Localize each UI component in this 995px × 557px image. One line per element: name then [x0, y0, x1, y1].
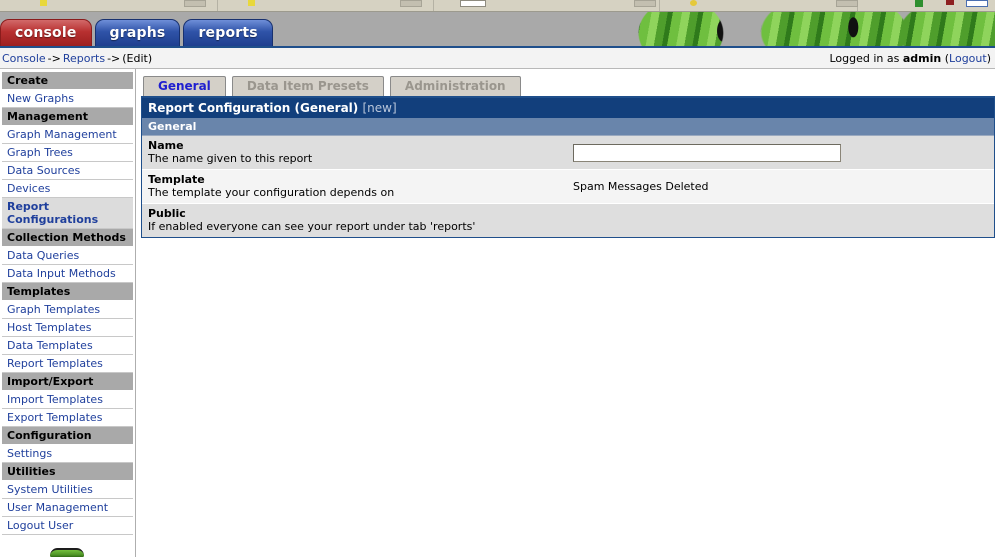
form-row-label-cell: Name The name given to this report	[142, 136, 567, 169]
breadcrumb-separator: ->	[47, 51, 61, 65]
sidebar-item-data-queries[interactable]: Data Queries	[2, 247, 133, 265]
login-username: admin	[902, 51, 942, 65]
template-value: Spam Messages Deleted	[573, 180, 709, 193]
form-row-template: Template The template your configuration…	[142, 170, 994, 204]
sidebar-group-create: Create	[2, 72, 133, 89]
form-row-label-cell: Public If enabled everyone can see your …	[142, 204, 567, 237]
browser-toolbar-sliver	[0, 0, 995, 12]
sidebar-group-templates: Templates	[2, 283, 133, 300]
page-title: Report Configuration (General)	[148, 101, 359, 115]
form-row-value-cell	[567, 204, 994, 237]
toolbar-button[interactable]	[836, 0, 858, 7]
nav-tab-console[interactable]: console	[0, 19, 92, 46]
toolbar-field[interactable]	[460, 0, 486, 7]
sidebar-group-configuration: Configuration	[2, 427, 133, 444]
sidebar-item-export-templates[interactable]: Export Templates	[2, 409, 133, 427]
app-banner: console graphs reports	[0, 12, 995, 48]
sidebar-item-data-templates[interactable]: Data Templates	[2, 337, 133, 355]
form-row-public: Public If enabled everyone can see your …	[142, 204, 994, 237]
field-description-name: The name given to this report	[148, 152, 313, 165]
report-configuration-form: Report Configuration (General) [new] Gen…	[141, 96, 995, 238]
field-label-public: Public	[148, 207, 186, 220]
field-label-name: Name	[148, 139, 184, 152]
sidebar-item-user-management[interactable]: User Management	[2, 499, 133, 517]
sidebar-item-graph-templates[interactable]: Graph Templates	[2, 301, 133, 319]
sidebar-group-collection-methods: Collection Methods	[2, 229, 133, 246]
form-state-badge: [new]	[362, 101, 397, 115]
sidebar-item-report-configurations[interactable]: Report Configurations	[2, 198, 133, 229]
sidebar-group-management: Management	[2, 108, 133, 125]
sidebar-item-graph-management[interactable]: Graph Management	[2, 126, 133, 144]
toolbar-button[interactable]	[634, 0, 656, 7]
cacti-banner-artwork	[612, 12, 995, 46]
form-row-value-cell	[567, 136, 994, 169]
sidebar-item-host-templates[interactable]: Host Templates	[2, 319, 133, 337]
sidebar-item-report-templates[interactable]: Report Templates	[2, 355, 133, 373]
logout-paren-close: )	[986, 51, 991, 65]
sidebar-item-logout-user[interactable]: Logout User	[2, 517, 133, 535]
sidebar-item-data-input-methods[interactable]: Data Input Methods	[2, 265, 133, 283]
toolbar-field[interactable]	[966, 0, 988, 7]
status-indicator-icon	[915, 0, 923, 7]
nav-tab-graphs[interactable]: graphs	[94, 19, 181, 46]
breadcrumb-bar: Console -> Reports -> (Edit) Logged in as ad…	[0, 48, 995, 69]
tab-data-item-presets[interactable]: Data Item Presets	[231, 76, 384, 96]
form-row-label-cell: Template The template your configuration…	[142, 170, 567, 203]
form-section-header: General	[142, 118, 994, 136]
sidebar-item-data-sources[interactable]: Data Sources	[2, 162, 133, 180]
report-name-input[interactable]	[573, 143, 841, 162]
field-description-public: If enabled everyone can see your report …	[148, 220, 476, 233]
sidebar-item-import-templates[interactable]: Import Templates	[2, 391, 133, 409]
field-description-template: The template your configuration depends …	[148, 186, 395, 199]
bookmark-icon[interactable]	[248, 0, 255, 6]
sidebar-item-settings[interactable]: Settings	[2, 445, 133, 463]
sidebar-item-graph-trees[interactable]: Graph Trees	[2, 144, 133, 162]
breadcrumb-current: (Edit)	[122, 51, 153, 65]
tab-administration[interactable]: Administration	[389, 76, 521, 96]
tab-general[interactable]: General	[143, 76, 226, 96]
content-tabs: General Data Item Presets Administration	[141, 74, 995, 96]
form-row-value-cell: Spam Messages Deleted	[567, 170, 994, 203]
record-icon[interactable]	[946, 0, 954, 5]
breadcrumb: Console -> Reports -> (Edit)	[2, 52, 152, 65]
sidebar-item-devices[interactable]: Devices	[2, 180, 133, 198]
sidebar-navigation: Create New Graphs Management Graph Manag…	[0, 69, 136, 557]
smiley-icon[interactable]	[690, 0, 697, 6]
toolbar-button[interactable]	[400, 0, 422, 7]
breadcrumb-link-console[interactable]: Console	[2, 52, 46, 65]
sidebar-item-new-graphs[interactable]: New Graphs	[2, 90, 133, 108]
toolbar-button[interactable]	[184, 0, 206, 7]
breadcrumb-link-reports[interactable]: Reports	[63, 52, 105, 65]
sidebar-item-system-utilities[interactable]: System Utilities	[2, 481, 133, 499]
bookmark-icon[interactable]	[40, 0, 47, 6]
sidebar-group-utilities: Utilities	[2, 463, 133, 480]
breadcrumb-separator: ->	[107, 51, 121, 65]
field-label-template: Template	[148, 173, 205, 186]
main-content: General Data Item Presets Administration…	[136, 69, 995, 557]
sidebar-group-import-export: Import/Export	[2, 373, 133, 390]
main-nav-tabs: console graphs reports	[0, 16, 276, 46]
login-prefix: Logged in as	[829, 51, 900, 65]
page-layout: Create New Graphs Management Graph Manag…	[0, 69, 995, 557]
form-title-bar: Report Configuration (General) [new]	[142, 98, 994, 118]
form-row-name: Name The name given to this report	[142, 136, 994, 170]
login-status: Logged in as admin (Logout)	[829, 52, 991, 65]
logout-link[interactable]: Logout	[949, 52, 987, 65]
nav-tab-reports[interactable]: reports	[183, 19, 273, 46]
